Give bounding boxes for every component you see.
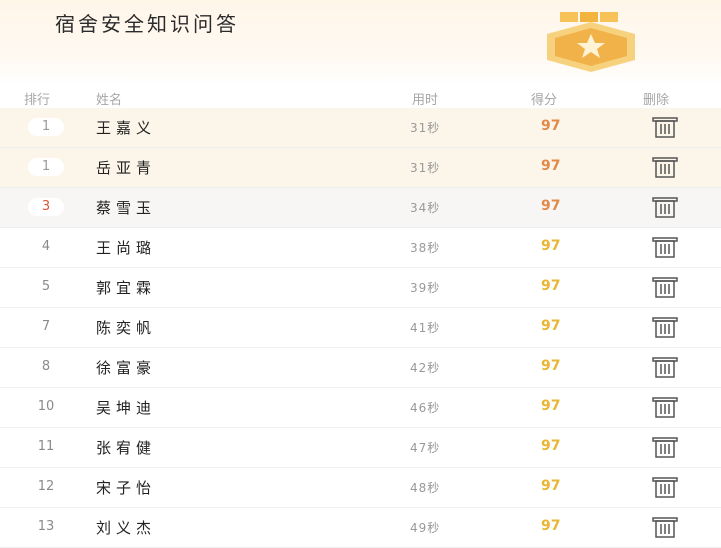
participant-name: 岳亚青 bbox=[96, 159, 157, 177]
col-rank: 排行 bbox=[24, 93, 51, 108]
table-row: 3 蔡雪玉 34秒 97 bbox=[0, 188, 721, 228]
table-row: 4 王尚璐 38秒 97 bbox=[0, 228, 721, 268]
participant-name: 徐富豪 bbox=[96, 359, 157, 377]
rank-badge: 1 bbox=[28, 118, 64, 136]
table-row: 13 刘义杰 49秒 97 bbox=[0, 508, 721, 548]
col-delete: 删除 bbox=[643, 93, 670, 108]
rank-number: 5 bbox=[41, 279, 51, 294]
participant-name: 宋子怡 bbox=[96, 479, 157, 497]
score-value: 97 bbox=[541, 438, 561, 454]
participant-name: 王尚璐 bbox=[96, 239, 157, 257]
score-value: 97 bbox=[541, 158, 561, 174]
col-name: 姓名 bbox=[96, 93, 123, 108]
table-row: 12 宋子怡 48秒 97 bbox=[0, 468, 721, 508]
table-row: 8 徐富豪 42秒 97 bbox=[0, 348, 721, 388]
time-used: 48秒 bbox=[410, 481, 441, 495]
col-score: 得分 bbox=[531, 93, 558, 108]
table-row: 11 张宥健 47秒 97 bbox=[0, 428, 721, 468]
participant-name: 张宥健 bbox=[96, 439, 157, 457]
rank-number: 7 bbox=[41, 319, 51, 334]
page-title: 宿舍安全知识问答 bbox=[55, 12, 239, 36]
participant-name: 刘义杰 bbox=[96, 519, 157, 537]
participant-name: 蔡雪玉 bbox=[96, 199, 157, 217]
score-value: 97 bbox=[541, 398, 561, 414]
rank-badge: 1 bbox=[28, 158, 64, 176]
participant-name: 王嘉义 bbox=[96, 119, 157, 137]
trash-icon[interactable] bbox=[649, 355, 681, 379]
table-row: 7 陈奕帆 41秒 97 bbox=[0, 308, 721, 348]
table-row: 1 王嘉义 31秒 97 bbox=[0, 108, 721, 148]
time-used: 39秒 bbox=[410, 281, 441, 295]
score-value: 97 bbox=[541, 318, 561, 334]
time-used: 41秒 bbox=[410, 321, 441, 335]
rank-number: 4 bbox=[41, 239, 51, 254]
score-value: 97 bbox=[541, 118, 561, 134]
time-used: 46秒 bbox=[410, 401, 441, 415]
rank-number: 8 bbox=[41, 359, 51, 374]
column-header: 排行 姓名 用时 得分 删除 bbox=[0, 86, 721, 108]
score-value: 97 bbox=[541, 238, 561, 254]
score-value: 97 bbox=[541, 478, 561, 494]
trash-icon[interactable] bbox=[649, 235, 681, 259]
time-used: 42秒 bbox=[410, 361, 441, 375]
trash-icon[interactable] bbox=[649, 435, 681, 459]
time-used: 31秒 bbox=[410, 161, 441, 175]
time-used: 31秒 bbox=[410, 121, 441, 135]
table-row: 5 郭宜霖 39秒 97 bbox=[0, 268, 721, 308]
score-value: 97 bbox=[541, 358, 561, 374]
table-row: 10 吴坤迪 46秒 97 bbox=[0, 388, 721, 428]
rank-number: 10 bbox=[37, 399, 55, 414]
trash-icon[interactable] bbox=[649, 475, 681, 499]
table-row: 1 岳亚青 31秒 97 bbox=[0, 148, 721, 188]
col-time: 用时 bbox=[412, 93, 439, 108]
trash-icon[interactable] bbox=[649, 155, 681, 179]
rank-number: 11 bbox=[37, 439, 55, 454]
trash-icon[interactable] bbox=[649, 195, 681, 219]
medal-star-icon bbox=[547, 12, 635, 72]
ranking-list: 1 王嘉义 31秒 97 1 岳亚青 31秒 97 3 蔡雪玉 34秒 97 4… bbox=[0, 108, 721, 548]
participant-name: 吴坤迪 bbox=[96, 399, 157, 417]
trash-icon[interactable] bbox=[649, 315, 681, 339]
rank-badge: 3 bbox=[28, 198, 64, 216]
time-used: 47秒 bbox=[410, 441, 441, 455]
participant-name: 郭宜霖 bbox=[96, 279, 157, 297]
trash-icon[interactable] bbox=[649, 395, 681, 419]
participant-name: 陈奕帆 bbox=[96, 319, 157, 337]
trash-icon[interactable] bbox=[649, 515, 681, 539]
trash-icon[interactable] bbox=[649, 115, 681, 139]
page-header: 宿舍安全知识问答 bbox=[0, 0, 721, 86]
time-used: 38秒 bbox=[410, 241, 441, 255]
score-value: 97 bbox=[541, 198, 561, 214]
score-value: 97 bbox=[541, 278, 561, 294]
score-value: 97 bbox=[541, 518, 561, 534]
time-used: 34秒 bbox=[410, 201, 441, 215]
trash-icon[interactable] bbox=[649, 275, 681, 299]
rank-number: 12 bbox=[37, 479, 55, 494]
rank-number: 13 bbox=[37, 519, 55, 534]
